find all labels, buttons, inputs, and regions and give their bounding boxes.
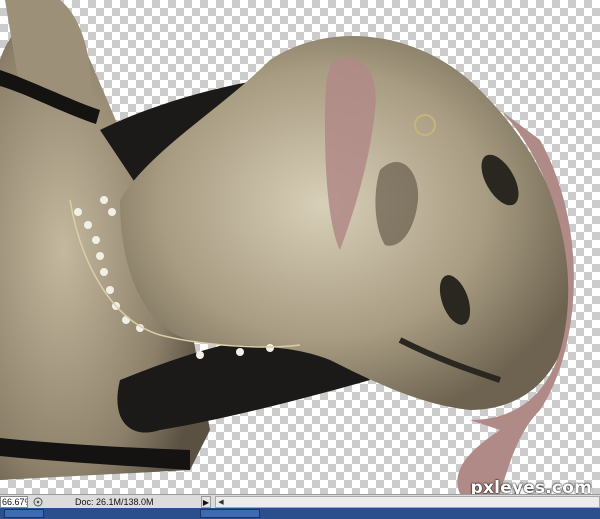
zoom-level-value: 66.67% xyxy=(2,497,27,507)
scroll-left-icon[interactable]: ◀ xyxy=(216,497,226,507)
document-size-info: Doc: 26.1M/138.0M xyxy=(75,497,154,507)
triangle-right-icon[interactable]: ▶ xyxy=(201,496,211,508)
info-circle-icon[interactable] xyxy=(31,496,45,508)
document-canvas[interactable] xyxy=(0,0,600,494)
horizontal-scrollbar[interactable]: ◀ xyxy=(215,496,600,508)
os-taskbar xyxy=(0,508,600,519)
zoom-level-field[interactable]: 66.67% xyxy=(0,496,28,508)
taskbar-button[interactable] xyxy=(200,509,260,518)
taskbar-button[interactable] xyxy=(4,509,44,518)
status-bar: 66.67% Doc: 26.1M/138.0M ▶ ◀ xyxy=(0,494,600,509)
photo-artwork xyxy=(0,0,574,494)
